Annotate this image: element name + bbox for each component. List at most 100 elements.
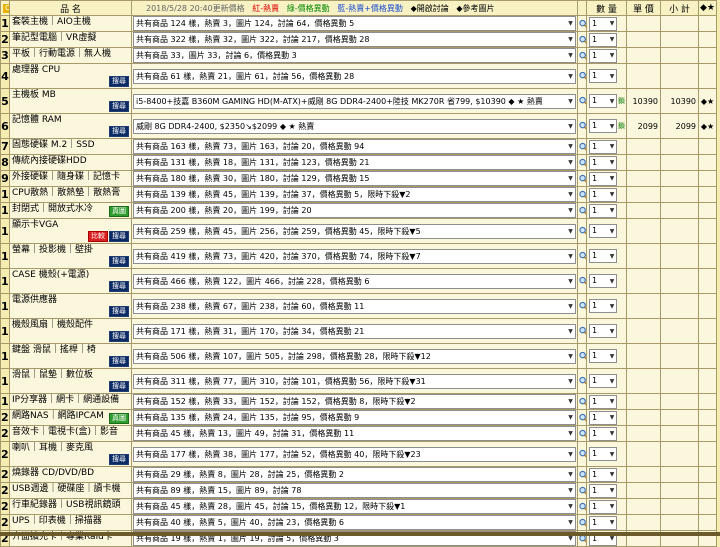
quantity-select[interactable]: 1 ▼ [589, 69, 617, 83]
quantity-select[interactable]: 1 ▼ [589, 249, 617, 263]
quantity-select[interactable]: 1 ▼ [589, 32, 617, 47]
magnifier-icon[interactable] [579, 449, 586, 459]
quantity-select[interactable]: 1 ▼ [589, 203, 617, 218]
magnifier-icon[interactable] [579, 121, 586, 131]
category-link[interactable]: 外接硬碟｜隨身碟｜記憶卡 [12, 172, 131, 184]
category-link[interactable]: 平板｜行動電源｜無人機 [12, 49, 131, 61]
category-link[interactable]: 主機板 MB [12, 90, 131, 102]
category-link[interactable]: 固態硬碟 M.2｜SSD [12, 140, 131, 152]
product-select[interactable]: 共有商品 152 樣，熱賣 33，圖片 152，討論 152，價格異動 8，限時… [133, 394, 576, 409]
category-link[interactable]: UPS｜印表機｜掃描器 [12, 516, 131, 528]
magnifier-icon[interactable] [579, 502, 586, 511]
search-badge[interactable]: 搜尋 [109, 126, 129, 137]
quantity-select[interactable]: 1 ▼ [589, 16, 617, 31]
quantity-select[interactable]: 1 ▼ [589, 426, 617, 441]
category-link[interactable]: 滑鼠｜鼠墊｜數位板 [12, 370, 131, 382]
category-link[interactable]: 音效卡｜電視卡(盒)｜影音 [12, 427, 131, 439]
magnifier-icon[interactable] [579, 397, 586, 406]
category-link[interactable]: 筆記型電腦｜VR虛擬 [12, 33, 131, 45]
magnifier-icon[interactable] [579, 51, 586, 60]
category-link[interactable]: 顯示卡VGA [12, 220, 131, 232]
magnifier-icon[interactable] [579, 142, 586, 151]
product-select[interactable]: 共有商品 200 樣，熱賣 20，圖片 199，討論 20 ▼ [133, 203, 576, 218]
category-link[interactable]: 套裝主機｜AIO主機 [12, 17, 131, 29]
search-badge[interactable]: 搜尋 [109, 454, 129, 465]
quantity-select[interactable]: 1 ▼ [589, 224, 617, 238]
product-select[interactable]: 共有商品 139 樣，熱賣 45，圖片 139，討論 37，價格異動 5，限時下… [133, 187, 576, 202]
quantity-select[interactable]: 1 ▼ [589, 274, 617, 288]
search-badge[interactable]: 搜尋 [109, 331, 129, 342]
category-link[interactable]: 螢幕｜投影機｜壁掛 [12, 245, 131, 257]
category-link[interactable]: 記憶體 RAM [12, 115, 131, 127]
quantity-select[interactable]: 1 ▼ [589, 515, 617, 530]
category-link[interactable]: 鍵盤 滑鼠｜搖桿｜椅 [12, 345, 131, 357]
product-select[interactable]: 威剛 8G DDR4-2400, $2350↘$2099 ◆ ★ 熱賣 ▼ [133, 118, 576, 134]
quantity-select[interactable]: 1 ▼ [589, 467, 617, 482]
magnifier-icon[interactable] [579, 486, 586, 495]
magnifier-icon[interactable] [579, 326, 586, 336]
magnifier-icon[interactable] [579, 470, 586, 479]
product-select[interactable]: 共有商品 131 樣，熱賣 18，圖片 131，討論 123，價格異動 21 ▼ [133, 155, 576, 170]
quantity-select[interactable]: 1 ▼ [589, 349, 617, 363]
magnifier-icon[interactable] [579, 96, 586, 106]
magnifier-icon[interactable] [579, 206, 586, 215]
product-select[interactable]: 共有商品 177 樣，熱賣 38，圖片 177，討論 52，價格異動 40，限時… [133, 446, 576, 462]
category-link[interactable]: CPU散熱｜散熱墊｜散熱膏 [12, 188, 131, 200]
category-link[interactable]: 處理器 CPU [12, 65, 131, 77]
category-link[interactable]: 行車紀錄器｜USB視訊鏡頭 [12, 500, 131, 512]
magnifier-icon[interactable] [579, 158, 586, 167]
product-select[interactable]: 共有商品 180 樣，熱賣 30，圖片 180，討論 129，價格異動 15 ▼ [133, 171, 576, 186]
search-badge[interactable]: 搜尋 [109, 76, 129, 87]
quantity-select[interactable]: 1 ▼ [589, 119, 617, 133]
quantity-select[interactable]: 1 ▼ [589, 187, 617, 202]
magnifier-icon[interactable] [579, 301, 586, 311]
search-badge[interactable]: 搜尋 [109, 356, 129, 367]
product-select[interactable]: 共有商品 124 樣，熱賣 3，圖片 124，討論 64，價格異動 5 ▼ [133, 16, 576, 31]
product-select[interactable]: i5-8400+技嘉 B360M GAMING HD(M-ATX)+威剛 8G … [133, 93, 576, 109]
product-select[interactable]: 共有商品 506 樣，熱賣 107，圖片 505，討論 298，價格異動 28，… [133, 348, 576, 364]
quantity-select[interactable]: 1 ▼ [589, 447, 617, 461]
category-link[interactable]: 傳統內接硬碟HDD [12, 156, 131, 168]
quantity-select[interactable]: 1 ▼ [589, 299, 617, 313]
quantity-select[interactable]: 1 ▼ [589, 139, 617, 154]
reference-image-link[interactable]: ◆參考圖片 [456, 4, 494, 13]
magnifier-icon[interactable] [579, 413, 586, 422]
real-photo-badge[interactable]: 真圖 [109, 206, 129, 217]
category-link[interactable]: 電源供應器 [12, 295, 131, 307]
product-select[interactable]: 共有商品 89 樣，熱賣 15，圖片 89，討論 78 ▼ [133, 483, 576, 498]
product-select[interactable]: 共有商品 311 樣，熱賣 77，圖片 310，討論 101，價格異動 56，限… [133, 373, 576, 389]
magnifier-icon[interactable] [579, 276, 586, 286]
category-link[interactable]: USB週邊｜硬碟座｜讀卡機 [12, 484, 131, 496]
quantity-select[interactable]: 1 ▼ [589, 171, 617, 186]
magnifier-icon[interactable] [579, 226, 586, 236]
quantity-select[interactable]: 1 ▼ [589, 48, 617, 63]
search-badge[interactable]: 搜尋 [109, 101, 129, 112]
product-select[interactable]: 共有商品 419 樣，熱賣 73，圖片 420，討論 370，價格異動 74，限… [133, 248, 576, 264]
magnifier-icon[interactable] [579, 174, 586, 183]
category-link[interactable]: CASE 機殼(+電源) [12, 270, 131, 282]
magnifier-icon[interactable] [579, 71, 586, 81]
search-badge[interactable]: 搜尋 [109, 381, 129, 392]
magnifier-icon[interactable] [579, 251, 586, 261]
category-link[interactable]: 燒錄器 CD/DVD/BD [12, 468, 131, 480]
magnifier-icon[interactable] [579, 429, 586, 438]
category-link[interactable]: IP分享器｜網卡｜網通設備 [12, 395, 131, 407]
product-select[interactable]: 共有商品 29 樣，熱賣 8，圖片 28，討論 25，價格異動 2 ▼ [133, 467, 576, 482]
magnifier-icon[interactable] [579, 19, 586, 28]
product-select[interactable]: 共有商品 61 樣，熱賣 21，圖片 61，討論 56，價格異動 28 ▼ [133, 68, 576, 84]
category-link[interactable]: 機殼風扇｜機殼配件 [12, 320, 131, 332]
quantity-select[interactable]: 1 ▼ [589, 374, 617, 388]
product-select[interactable]: 共有商品 259 樣，熱賣 45，圖片 256，討論 259，價格異動 45，限… [133, 223, 576, 239]
search-badge[interactable]: 搜尋 [109, 306, 129, 317]
product-select[interactable]: 共有商品 45 樣，熱賣 28，圖片 45，討論 15，價格異動 12，限時下殺… [133, 499, 576, 514]
magnifier-icon[interactable] [579, 35, 586, 44]
quantity-select[interactable]: 1 ▼ [589, 324, 617, 338]
quantity-select[interactable]: 1 ▼ [589, 499, 617, 514]
product-select[interactable]: 共有商品 171 樣，熱賣 31，圖片 170，討論 34，價格異動 21 ▼ [133, 323, 576, 339]
product-select[interactable]: 共有商品 135 樣，熱賣 24，圖片 135，討論 95，價格異動 9 ▼ [133, 410, 576, 425]
category-link[interactable]: 喇叭｜耳機｜麥克風 [12, 443, 131, 455]
magnifier-icon[interactable] [579, 190, 586, 199]
search-badge[interactable]: 搜尋 [109, 256, 129, 267]
magnifier-icon[interactable] [579, 518, 586, 527]
quantity-select[interactable]: 1 ▼ [589, 155, 617, 170]
